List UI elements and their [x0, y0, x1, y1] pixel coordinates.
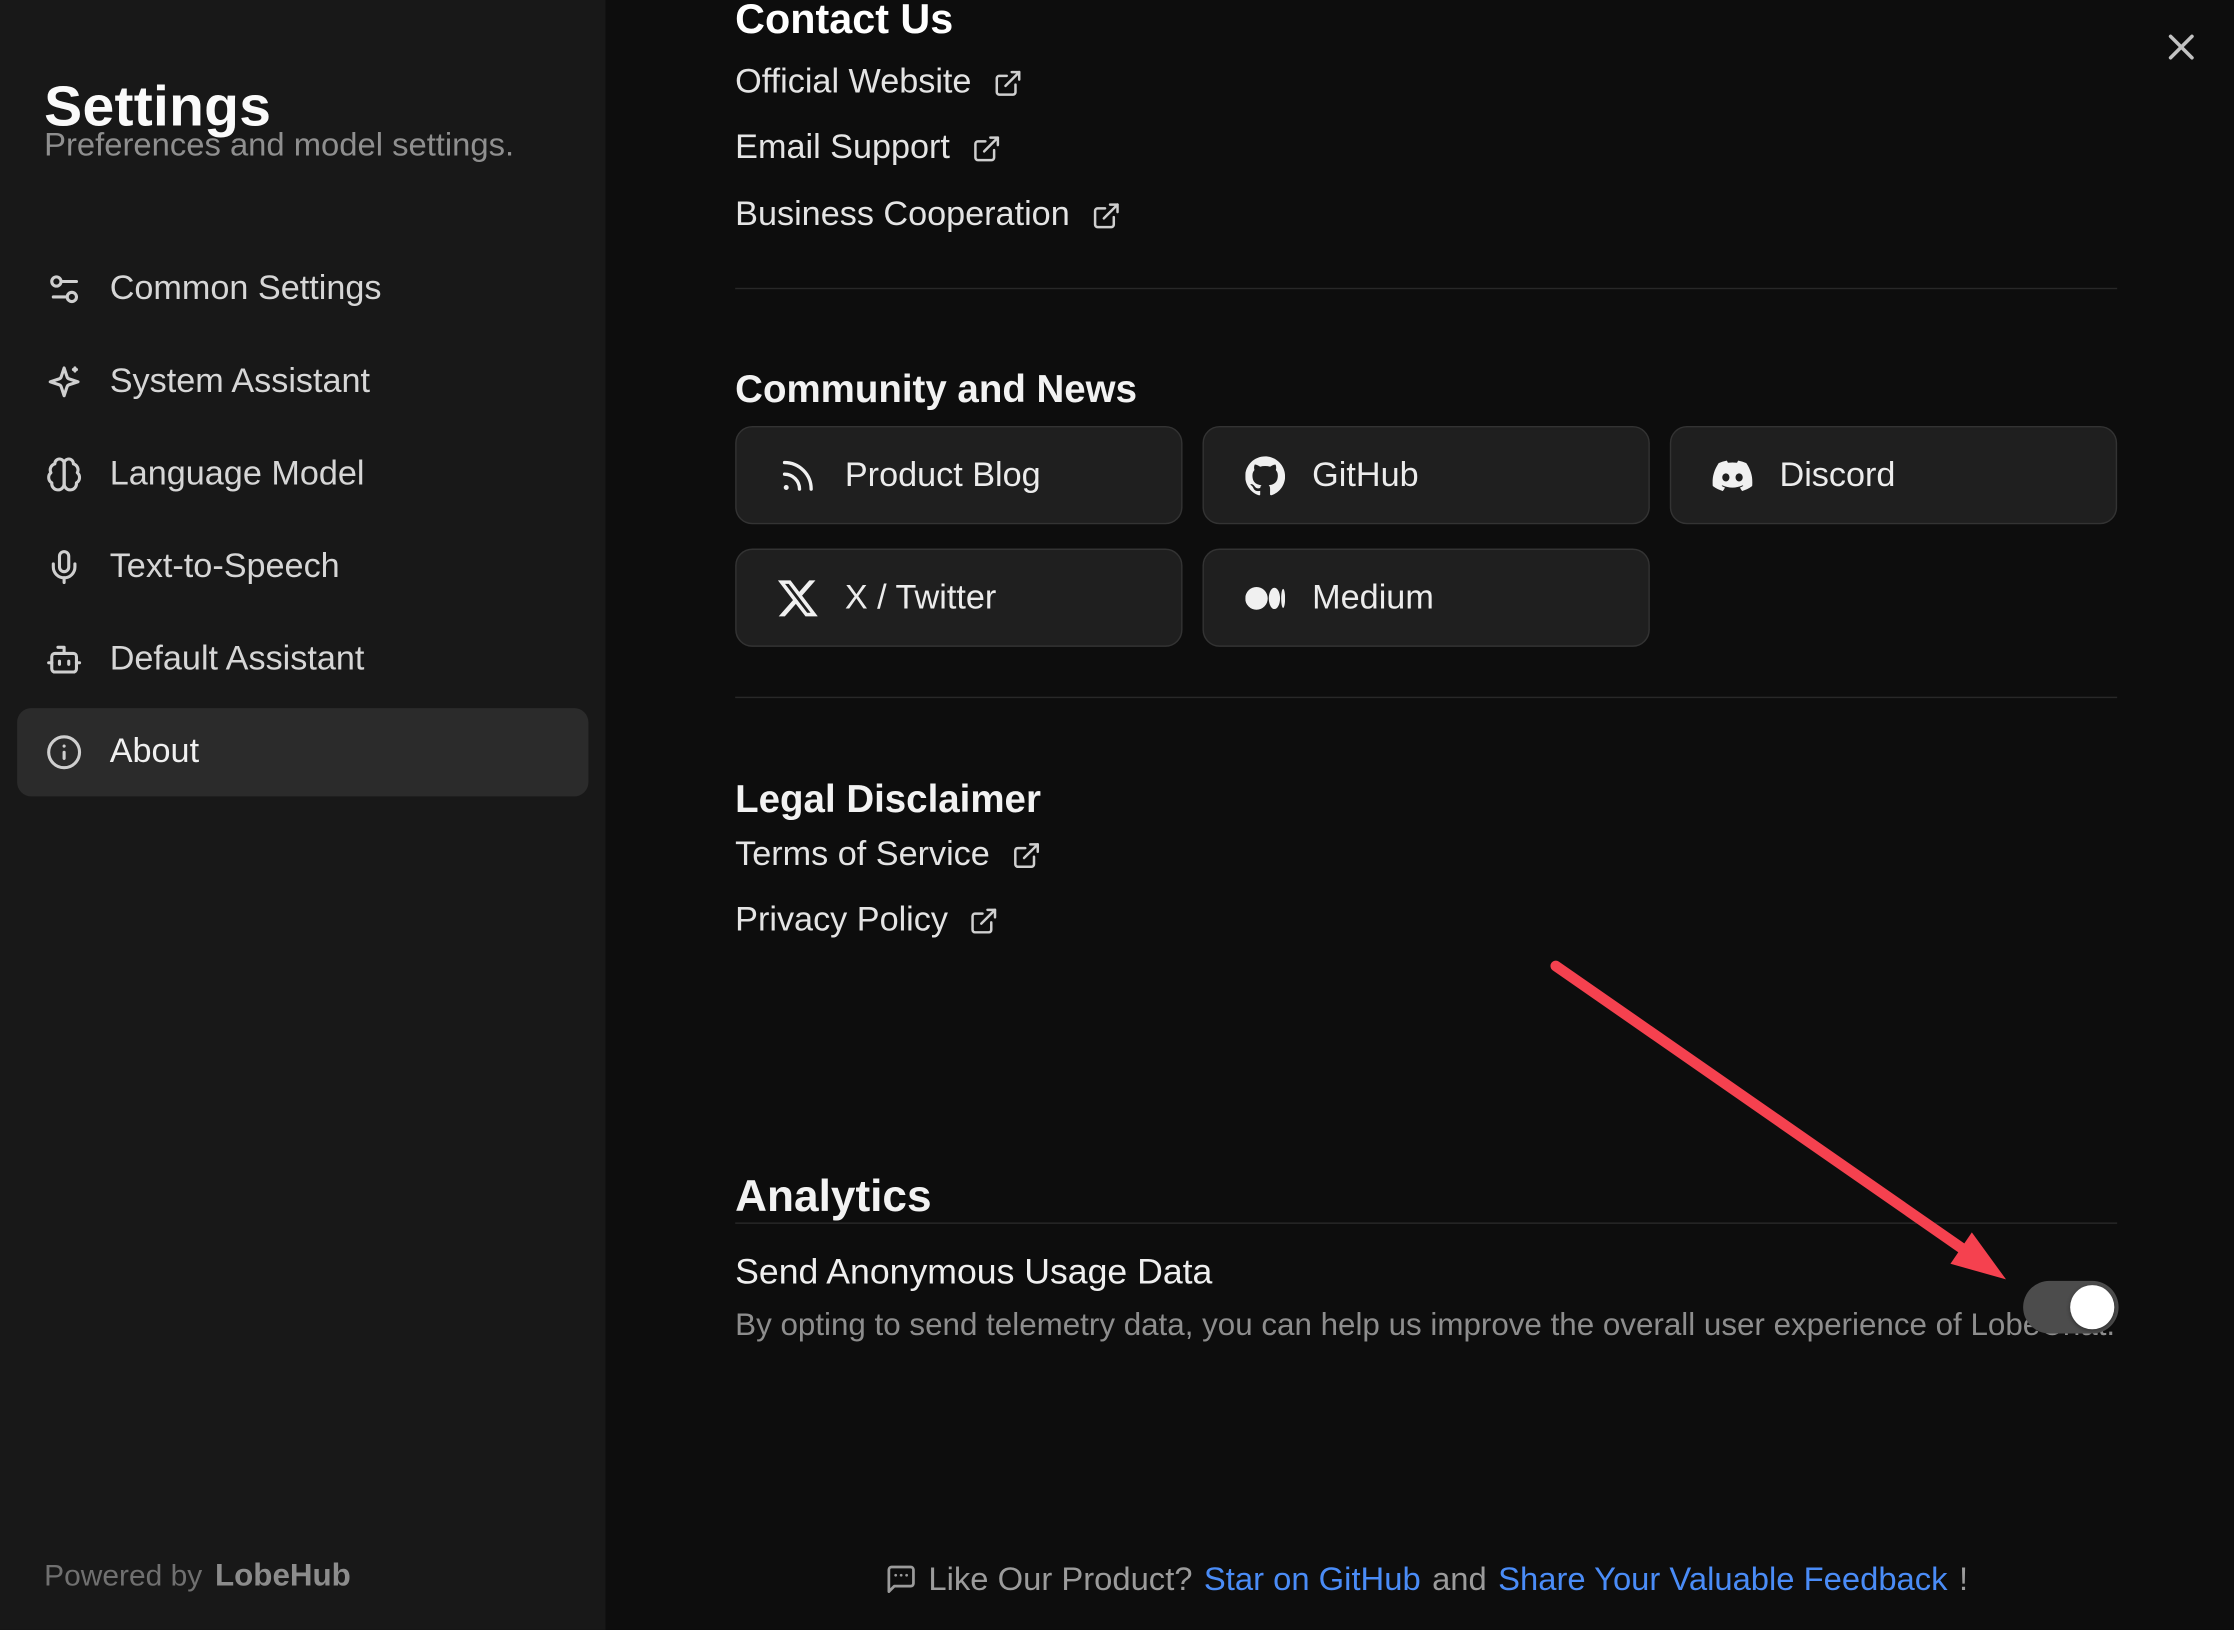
footer-text: !	[1959, 1560, 1968, 1598]
x-twitter-button[interactable]: X / Twitter	[735, 549, 1182, 647]
terms-of-service-link[interactable]: Terms of Service	[735, 833, 1041, 876]
bot-icon	[46, 641, 83, 678]
sidebar-item-label: Text-to-Speech	[110, 547, 340, 587]
button-label: GitHub	[1312, 455, 1418, 495]
footer-text: Like Our Product?	[928, 1560, 1192, 1598]
community-heading: Community and News	[735, 368, 1137, 412]
footer-text: and	[1432, 1560, 1487, 1598]
settings-nav: Common Settings System Assistant Languag…	[0, 245, 606, 796]
community-buttons: Product Blog GitHub Discord X / Twitter …	[735, 426, 2117, 647]
legal-heading: Legal Disclaimer	[735, 778, 1041, 822]
close-icon	[2160, 26, 2203, 69]
sidebar-item-text-to-speech[interactable]: Text-to-Speech	[17, 523, 588, 611]
powered-by-label: Powered by	[44, 1560, 202, 1594]
mic-icon	[46, 549, 83, 586]
contact-heading: Contact Us	[735, 0, 953, 44]
external-link-icon	[993, 68, 1023, 98]
section-divider	[735, 288, 2117, 289]
x-logo-icon	[778, 578, 818, 618]
sidebar-item-system-assistant[interactable]: System Assistant	[17, 338, 588, 426]
about-panel: Contact Us Official Website Email Suppor…	[606, 0, 2234, 1630]
powered-by: Powered by LobeHub	[44, 1557, 351, 1594]
page-subtitle: Preferences and model settings.	[44, 125, 514, 163]
info-icon	[46, 734, 83, 771]
email-support-link[interactable]: Email Support	[735, 127, 1001, 170]
brain-icon	[46, 456, 83, 493]
button-label: X / Twitter	[845, 578, 996, 618]
feedback-footer: Like Our Product? Star on GitHub and Sha…	[735, 1560, 2117, 1598]
medium-icon	[1245, 578, 1285, 618]
privacy-policy-link[interactable]: Privacy Policy	[735, 899, 999, 942]
sidebar-item-default-assistant[interactable]: Default Assistant	[17, 615, 588, 703]
discord-icon	[1713, 455, 1753, 495]
github-icon	[1245, 455, 1285, 495]
link-label: Privacy Policy	[735, 900, 948, 940]
external-link-icon	[1091, 200, 1121, 230]
external-link-icon	[971, 133, 1001, 163]
github-button[interactable]: GitHub	[1202, 426, 1649, 524]
section-divider	[735, 697, 2117, 698]
discord-button[interactable]: Discord	[1670, 426, 2117, 524]
brand-logo[interactable]: LobeHub	[215, 1557, 351, 1594]
rss-icon	[778, 455, 818, 495]
toggle-knob	[2070, 1285, 2114, 1329]
share-feedback-link[interactable]: Share Your Valuable Feedback	[1498, 1560, 1947, 1598]
external-link-icon	[969, 905, 999, 935]
usage-data-label: Send Anonymous Usage Data	[735, 1252, 1212, 1293]
official-website-link[interactable]: Official Website	[735, 61, 1023, 104]
sidebar-item-label: About	[110, 732, 199, 772]
sidebar-item-label: Language Model	[110, 454, 365, 494]
sparkles-icon	[46, 363, 83, 400]
settings-window: Settings Preferences and model settings.…	[0, 0, 2234, 1630]
link-label: Email Support	[735, 128, 950, 168]
usage-data-toggle[interactable]	[2023, 1281, 2118, 1334]
analytics-heading: Analytics	[735, 1171, 931, 1222]
button-label: Medium	[1312, 578, 1434, 618]
close-button[interactable]	[2154, 20, 2208, 74]
settings-sidebar: Settings Preferences and model settings.…	[0, 0, 606, 1630]
sidebar-item-about[interactable]: About	[17, 708, 588, 796]
product-blog-button[interactable]: Product Blog	[735, 426, 1182, 524]
sidebar-item-common-settings[interactable]: Common Settings	[17, 245, 588, 333]
sidebar-item-label: System Assistant	[110, 362, 370, 402]
sliders-icon	[46, 271, 83, 308]
message-bubble-icon	[884, 1563, 917, 1596]
link-label: Official Website	[735, 63, 971, 103]
sidebar-item-label: Common Settings	[110, 269, 382, 309]
button-label: Product Blog	[845, 455, 1041, 495]
link-label: Terms of Service	[735, 835, 990, 875]
sidebar-item-language-model[interactable]: Language Model	[17, 430, 588, 518]
link-label: Business Cooperation	[735, 195, 1070, 235]
sidebar-item-label: Default Assistant	[110, 640, 365, 680]
star-on-github-link[interactable]: Star on GitHub	[1204, 1560, 1421, 1598]
business-cooperation-link[interactable]: Business Cooperation	[735, 194, 1121, 237]
external-link-icon	[1011, 840, 1041, 870]
section-divider	[735, 1222, 2117, 1223]
medium-button[interactable]: Medium	[1202, 549, 1649, 647]
button-label: Discord	[1780, 455, 1896, 495]
usage-data-description: By opting to send telemetry data, you ca…	[735, 1306, 2115, 1343]
